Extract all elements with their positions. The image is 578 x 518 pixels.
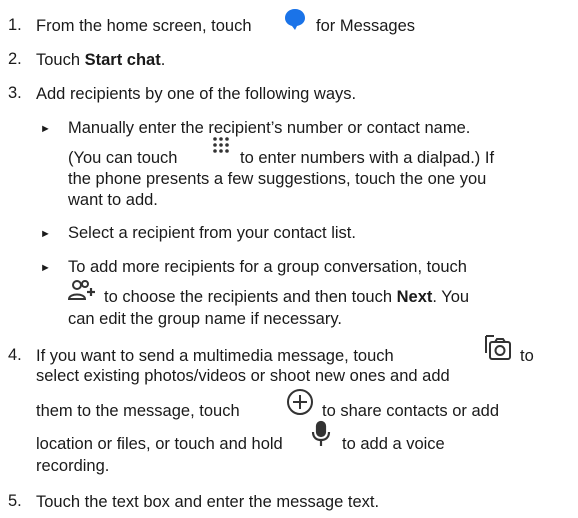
step-2-bold: Start chat xyxy=(84,51,161,69)
step-4-line-5: recording. xyxy=(36,457,110,475)
messages-app-icon xyxy=(285,9,305,30)
instruction-document: 1. From the home screen, touch for Messa… xyxy=(0,0,578,518)
step-5-number: 5. xyxy=(8,492,22,510)
step-2-number: 2. xyxy=(8,50,22,68)
step-4-line-3-before: them to the message, touch xyxy=(36,402,240,420)
step-2-text: Touch Start chat. xyxy=(36,50,165,70)
dialpad-icon xyxy=(213,137,229,153)
bullet-3-line-2: to choose the recipients and then touch … xyxy=(104,287,469,307)
bullet-3-line-2-end: . You xyxy=(432,288,470,306)
step-1-text-before: From the home screen, touch xyxy=(36,17,252,35)
bullet-marker: ► xyxy=(40,262,51,274)
gallery-camera-icon xyxy=(485,335,511,360)
step-1-text-after: for Messages xyxy=(316,17,416,35)
bullet-2-line-1: Select a recipient from your contact lis… xyxy=(68,224,356,242)
step-4-line-1-after: to xyxy=(520,347,534,365)
microphone-icon xyxy=(311,420,331,446)
step-4-line-1-before: If you want to send a multimedia message… xyxy=(36,347,394,365)
step-2-after: . xyxy=(160,51,166,69)
step-4-number: 4. xyxy=(8,346,22,364)
bullet-3-next: Next xyxy=(396,288,433,306)
step-5-text: Touch the text box and enter the message… xyxy=(36,493,380,511)
bullet-3-line-3: can edit the group name if necessary. xyxy=(68,310,342,328)
bullet-1-line-1: Manually enter the recipient’s number or… xyxy=(68,119,471,137)
step-4-line-2: select existing photos/videos or shoot n… xyxy=(36,367,450,385)
step-4-line-4-after: to add a voice xyxy=(342,435,445,453)
step-4-line-4-before: location or files, or touch and hold xyxy=(36,435,283,453)
bullet-1-line-4: want to add. xyxy=(68,191,158,209)
bullet-1-line-2-before: (You can touch xyxy=(68,149,178,167)
step-4-line-3-after: to share contacts or add xyxy=(322,402,500,420)
bullet-1-line-2-after: to enter numbers with a dialpad.) If xyxy=(240,149,495,167)
step-2-before: Touch xyxy=(36,51,85,69)
bullet-3-line-1: To add more recipients for a group conve… xyxy=(68,258,467,276)
step-3-number: 3. xyxy=(8,84,22,102)
step-3-text: Add recipients by one of the following w… xyxy=(36,85,357,103)
add-circle-icon xyxy=(287,389,313,415)
step-1-number: 1. xyxy=(8,16,22,34)
add-group-icon xyxy=(68,280,95,300)
bullet-marker: ► xyxy=(40,228,51,240)
bullet-1-line-3: the phone presents a few suggestions, to… xyxy=(68,170,487,188)
bullet-marker: ► xyxy=(40,123,51,135)
bullet-3-line-2-after: to choose the recipients and then touch xyxy=(104,288,397,306)
